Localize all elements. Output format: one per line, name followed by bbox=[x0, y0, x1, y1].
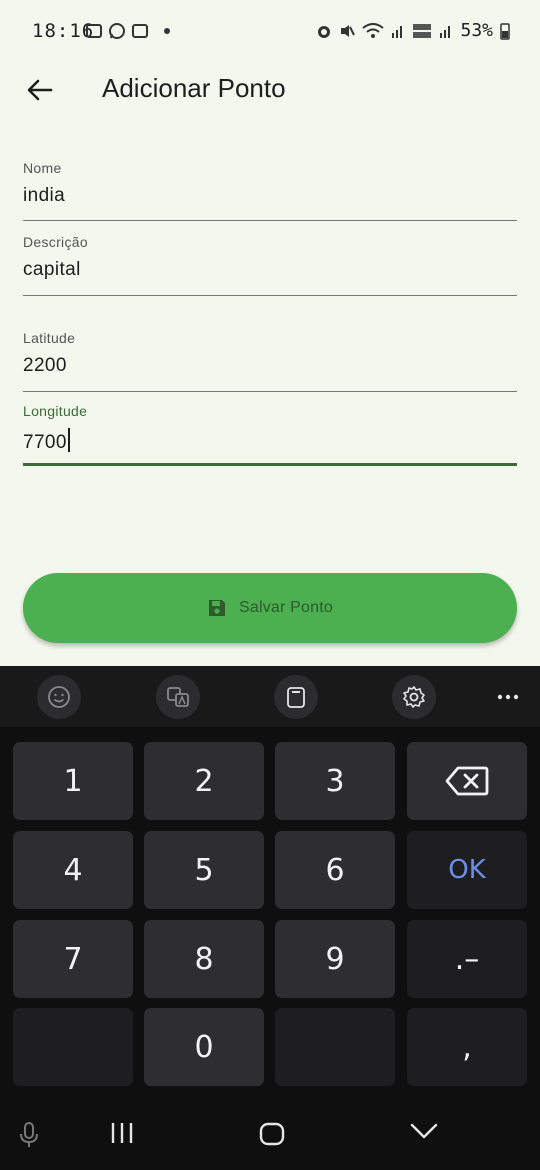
clipboard-icon bbox=[287, 687, 305, 708]
descricao-input[interactable]: capital bbox=[23, 259, 517, 281]
longitude-underline bbox=[23, 463, 517, 466]
voice-input-button[interactable] bbox=[18, 1122, 40, 1148]
gallery-icon bbox=[86, 24, 102, 38]
key-5[interactable]: 5 bbox=[144, 831, 264, 909]
home-button[interactable] bbox=[259, 1122, 285, 1146]
key-0[interactable]: 0 bbox=[144, 1008, 264, 1086]
backspace-key[interactable] bbox=[407, 742, 527, 820]
dot-dash-key[interactable]: .– bbox=[407, 920, 527, 998]
mic-icon bbox=[20, 1122, 38, 1147]
keyboard-toolbar bbox=[0, 666, 540, 727]
settings-icon bbox=[403, 686, 425, 708]
save-button-label: Salvar Ponto bbox=[238, 599, 333, 616]
volte-icon bbox=[413, 23, 432, 38]
emoji-button[interactable] bbox=[37, 675, 81, 719]
signal-icon-2 bbox=[440, 25, 451, 38]
longitude-label: Longitude bbox=[23, 403, 88, 419]
alarm-icon bbox=[318, 25, 331, 38]
more-button[interactable] bbox=[486, 675, 530, 719]
key-9[interactable]: 9 bbox=[275, 920, 395, 998]
latitude-input[interactable]: 2200 bbox=[23, 355, 517, 377]
mute-icon bbox=[341, 24, 356, 37]
longitude-field[interactable]: Longitude 7700 bbox=[23, 403, 517, 466]
notification-dot-icon bbox=[164, 28, 170, 34]
settings-button[interactable] bbox=[392, 675, 436, 719]
descricao-label: Descrição bbox=[23, 234, 88, 250]
text-caret bbox=[67, 428, 70, 452]
key-3[interactable]: 3 bbox=[275, 742, 395, 820]
recents-button[interactable] bbox=[110, 1122, 134, 1144]
numeric-keyboard: 1 2 3 4 5 6 OK 7 8 9 .– 0 , bbox=[0, 727, 540, 1098]
latitude-field[interactable]: Latitude 2200 bbox=[23, 330, 517, 392]
latitude-label: Latitude bbox=[23, 330, 76, 346]
latitude-underline bbox=[23, 391, 517, 392]
nome-underline bbox=[23, 220, 517, 221]
key-8[interactable]: 8 bbox=[144, 920, 264, 998]
recents-icon bbox=[111, 1123, 133, 1143]
whatsapp-icon bbox=[109, 23, 125, 39]
page-title: Adicionar Ponto bbox=[102, 73, 286, 103]
descricao-underline bbox=[23, 295, 517, 296]
nome-input[interactable]: india bbox=[23, 185, 517, 207]
translate-button[interactable] bbox=[156, 675, 200, 719]
translate-icon bbox=[167, 687, 189, 707]
backspace-icon bbox=[445, 766, 489, 796]
status-bar: 18:16 53% bbox=[0, 0, 540, 64]
battery-percent: 53% bbox=[460, 20, 493, 41]
key-7[interactable]: 7 bbox=[13, 920, 133, 998]
key-6[interactable]: 6 bbox=[275, 831, 395, 909]
clipboard-button[interactable] bbox=[274, 675, 318, 719]
navigation-bar bbox=[0, 1098, 540, 1170]
save-button[interactable]: Salvar Ponto bbox=[23, 573, 517, 643]
arrow-back-icon bbox=[27, 79, 53, 101]
longitude-input-wrap[interactable]: 7700 bbox=[23, 428, 517, 454]
cast-icon bbox=[132, 24, 148, 38]
longitude-input[interactable]: 7700 bbox=[23, 432, 67, 453]
key-4[interactable]: 4 bbox=[13, 831, 133, 909]
nome-field[interactable]: Nome india bbox=[23, 160, 517, 221]
wifi-icon bbox=[362, 22, 385, 38]
comma-key[interactable]: , bbox=[407, 1008, 527, 1086]
home-icon bbox=[259, 1122, 285, 1146]
save-icon bbox=[208, 600, 225, 616]
blank-key-right bbox=[275, 1008, 395, 1086]
nome-label: Nome bbox=[23, 160, 62, 176]
more-icon bbox=[497, 694, 519, 700]
key-1[interactable]: 1 bbox=[13, 742, 133, 820]
emoji-icon bbox=[48, 686, 70, 708]
descricao-field[interactable]: Descrição capital bbox=[23, 234, 517, 296]
blank-key-left bbox=[13, 1008, 133, 1086]
back-button[interactable] bbox=[22, 72, 58, 108]
hide-keyboard-icon bbox=[410, 1123, 438, 1139]
app-bar: Adicionar Ponto bbox=[0, 64, 540, 114]
status-time: 18:16 bbox=[32, 20, 95, 42]
ok-key[interactable]: OK bbox=[407, 831, 527, 909]
signal-icon bbox=[392, 25, 403, 38]
battery-icon bbox=[500, 22, 510, 40]
key-2[interactable]: 2 bbox=[144, 742, 264, 820]
hide-keyboard-button[interactable] bbox=[410, 1122, 438, 1140]
